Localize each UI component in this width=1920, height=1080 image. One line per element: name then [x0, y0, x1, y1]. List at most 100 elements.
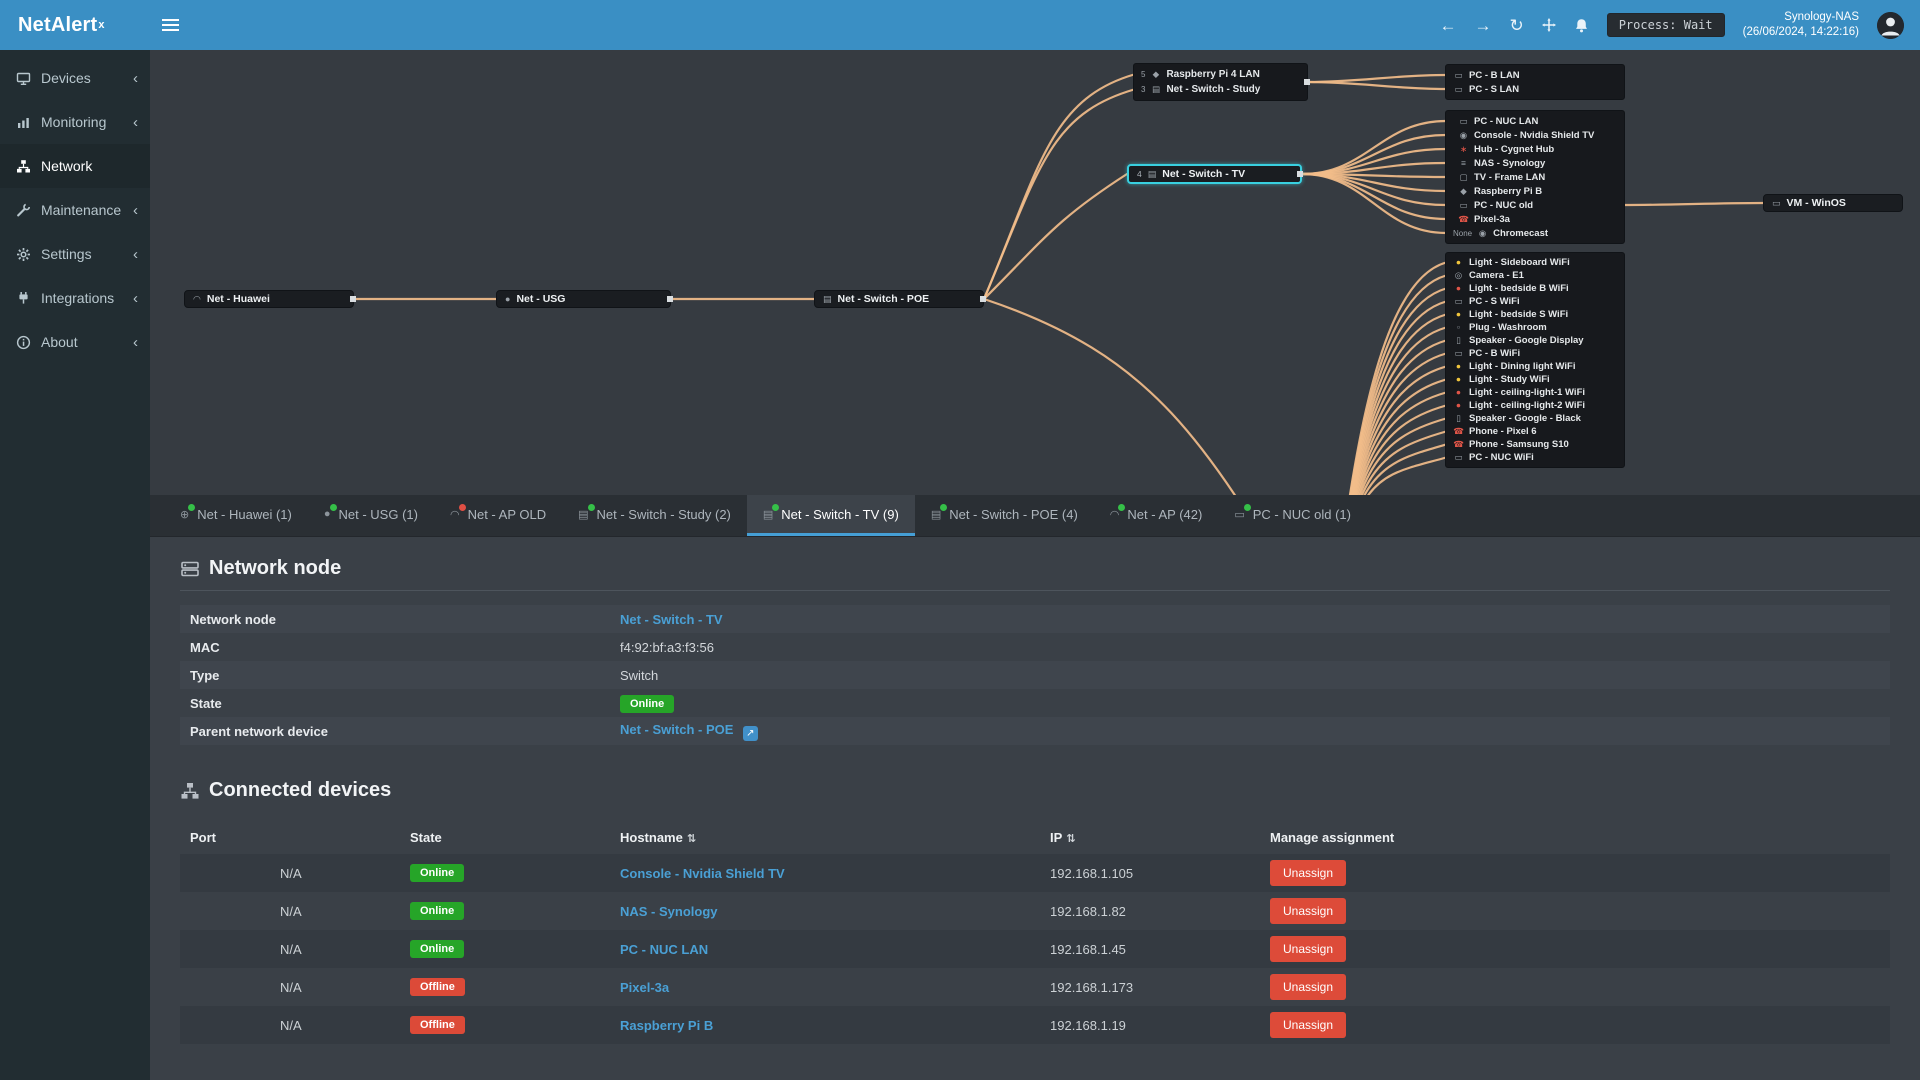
tab-net-huawei[interactable]: Net - Huawei (1)	[164, 495, 308, 536]
tab-net-switch-study[interactable]: Net - Switch - Study (2)	[562, 495, 747, 536]
sidebar-item-monitoring[interactable]: Monitoring ‹	[0, 100, 150, 144]
device-label: Light - bedside S WiFi	[1469, 309, 1569, 320]
external-link-icon[interactable]: ↗	[742, 726, 758, 741]
parent-node-link[interactable]: Net - Switch - POE	[620, 722, 733, 737]
switch-icon	[578, 503, 595, 521]
device-row[interactable]: PC - NUC WiFi	[1446, 451, 1624, 464]
pc-icon	[1772, 199, 1781, 208]
device-row[interactable]: Light - ceiling-light-1 WiFi	[1446, 386, 1624, 399]
device-row[interactable]: PC - B LAN	[1446, 68, 1624, 82]
sidebar-item-integrations[interactable]: Integrations ‹	[0, 276, 150, 320]
unassign-button[interactable]: Unassign	[1270, 898, 1347, 924]
sidebar-item-about[interactable]: About ‹	[0, 320, 150, 364]
device-row[interactable]: Light - bedside B WiFi	[1446, 282, 1624, 295]
node-name-link[interactable]: Net - Switch - TV	[620, 612, 1880, 627]
move-pan-icon[interactable]	[1541, 18, 1556, 32]
device-row[interactable]: Pixel-3a	[1446, 212, 1624, 226]
node-vm-winos[interactable]: VM - WinOS	[1763, 194, 1903, 212]
state-badge: Offline	[410, 1016, 465, 1034]
device-label: Camera - E1	[1469, 270, 1524, 281]
tab-pc-nuc-old[interactable]: PC - NUC old (1)	[1218, 495, 1367, 536]
field-label: Parent network device	[190, 723, 328, 739]
sort-icon[interactable]: ⇅	[1066, 833, 1075, 845]
device-row[interactable]: PC - S WiFi	[1446, 295, 1624, 308]
col-hostname[interactable]: Hostname ⇅	[610, 830, 1040, 845]
device-label: Pixel-3a	[1474, 213, 1510, 225]
node-net-usg[interactable]: Net - USG	[496, 290, 671, 308]
device-row[interactable]: NAS - Synology	[1446, 156, 1624, 170]
device-icon	[1453, 427, 1464, 436]
device-row[interactable]: None Chromecast	[1446, 226, 1624, 240]
hostname-link[interactable]: Pixel-3a	[620, 980, 669, 995]
tab-net-usg[interactable]: Net - USG (1)	[308, 495, 434, 536]
device-row[interactable]: Light - ceiling-light-2 WiFi	[1446, 399, 1624, 412]
back-arrow-icon[interactable]: ←	[1439, 17, 1456, 34]
node-net-switch-poe[interactable]: Net - Switch - POE	[814, 290, 984, 308]
device-row[interactable]: TV - Frame LAN	[1446, 170, 1624, 184]
refresh-icon[interactable]: ↻	[1509, 17, 1523, 34]
router-icon	[324, 504, 337, 520]
device-row[interactable]: PC - S LAN	[1446, 82, 1624, 96]
device-row[interactable]: Light - Dining light WiFi	[1446, 360, 1624, 373]
sidebar-item-settings[interactable]: Settings ‹	[0, 232, 150, 276]
device-row[interactable]: Light - Sideboard WiFi	[1446, 256, 1624, 269]
app-logo[interactable]: NetAlert x	[0, 0, 150, 50]
hamburger-menu-icon[interactable]	[150, 0, 190, 50]
notifications-bell-icon[interactable]	[1574, 18, 1589, 33]
field-row: State Online	[180, 689, 1890, 717]
device-row[interactable]: Light - bedside S WiFi	[1446, 308, 1624, 321]
hostname-link[interactable]: Raspberry Pi B	[620, 1018, 713, 1033]
device-row[interactable]: Speaker - Google - Black	[1446, 412, 1624, 425]
unassign-button[interactable]: Unassign	[1270, 936, 1347, 962]
node-label: Net - Switch - POE	[837, 293, 930, 305]
device-row[interactable]: Camera - E1	[1446, 269, 1624, 282]
node-net-huawei[interactable]: Net - Huawei	[184, 290, 354, 308]
status-dot-green	[1243, 503, 1251, 511]
device-label: Speaker - Google Display	[1469, 335, 1584, 346]
device-row[interactable]: Plug - Washroom	[1446, 321, 1624, 334]
tab-net-switch-tv[interactable]: Net - Switch - TV (9)	[746, 495, 915, 536]
device-row[interactable]: PC - NUC LAN	[1446, 114, 1624, 128]
chevron-left-icon: ‹	[133, 113, 138, 131]
sort-icon[interactable]: ⇅	[687, 833, 696, 845]
tab-net-switch-poe[interactable]: Net - Switch - POE (4)	[915, 495, 1094, 536]
col-ip[interactable]: IP ⇅	[1040, 830, 1260, 845]
sidebar-item-maintenance[interactable]: Maintenance ‹	[0, 188, 150, 232]
device-row[interactable]: Console - Nvidia Shield TV	[1446, 128, 1624, 142]
forward-arrow-icon[interactable]: →	[1474, 17, 1491, 34]
device-group-switch-tv: PC - NUC LAN Console - Nvidia Shield TV …	[1445, 110, 1625, 244]
tab-label: Net - Switch - TV (9)	[781, 506, 899, 522]
device-icon	[1458, 145, 1469, 154]
device-row[interactable]: Raspberry Pi B	[1446, 184, 1624, 198]
sidebar-item-devices[interactable]: Devices ‹	[0, 56, 150, 100]
device-row[interactable]: Light - Study WiFi	[1446, 373, 1624, 386]
unassign-button[interactable]: Unassign	[1270, 1012, 1347, 1038]
device-label: TV - Frame LAN	[1474, 171, 1546, 183]
switch-icon	[823, 295, 832, 304]
hostname-link[interactable]: PC - NUC LAN	[620, 942, 708, 957]
state-badge: Online	[620, 694, 675, 713]
sidebar-item-network[interactable]: Network	[0, 144, 150, 188]
switch-icon	[931, 503, 948, 521]
table-row: N/A Online NAS - Synology 192.168.1.82 U…	[180, 892, 1890, 930]
device-row[interactable]: Phone - Samsung S10	[1446, 438, 1624, 451]
device-row[interactable]: PC - B WiFi	[1446, 347, 1624, 360]
device-row[interactable]: Hub - Cygnet Hub	[1446, 142, 1624, 156]
hostname-link[interactable]: Console - Nvidia Shield TV	[620, 866, 785, 881]
unassign-button[interactable]: Unassign	[1270, 860, 1347, 886]
unassign-button[interactable]: Unassign	[1270, 974, 1347, 1000]
device-row[interactable]: 5 Raspberry Pi 4 LAN	[1134, 67, 1307, 82]
hostname-link[interactable]: NAS - Synology	[620, 904, 718, 919]
sidebar-label: Devices	[41, 70, 91, 86]
device-label: NAS - Synology	[1474, 157, 1546, 169]
node-net-switch-tv-selected[interactable]: 4 Net - Switch - TV	[1127, 164, 1302, 184]
tab-net-ap[interactable]: Net - AP (42)	[1094, 495, 1219, 536]
user-avatar[interactable]	[1877, 11, 1904, 39]
tab-net-ap-old[interactable]: Net - AP OLD	[434, 495, 562, 536]
device-row[interactable]: Phone - Pixel 6	[1446, 425, 1624, 438]
device-row[interactable]: Speaker - Google Display	[1446, 334, 1624, 347]
device-row[interactable]: 3 Net - Switch - Study	[1134, 82, 1307, 97]
device-group-wifi-ap: Light - Sideboard WiFi Camera - E1 Light…	[1445, 252, 1625, 468]
device-row[interactable]: PC - NUC old	[1446, 198, 1624, 212]
topology-canvas[interactable]: Net - Huawei Net - USG Net - Switch - PO…	[150, 50, 1920, 495]
